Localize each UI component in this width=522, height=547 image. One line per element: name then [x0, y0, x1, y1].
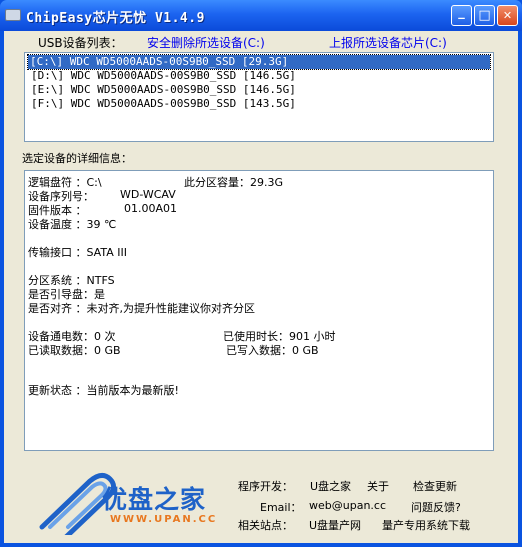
device-item-e[interactable]: [E:\] WDC WD5000AADS-00S9B0_SSD [146.5G]	[29, 83, 298, 97]
developer-label: 程序开发：	[238, 480, 293, 493]
feedback-link[interactable]: 问题反馈?	[411, 499, 461, 515]
interface-text: 传输接口 ：SATA III	[28, 246, 127, 259]
app-window: ChipEasy芯片无忧 V1.4.9 _ □ ✕ USB设备列表： 安全删除所…	[0, 0, 522, 547]
email-label: Email：	[260, 501, 302, 514]
serial-value: WD-WCAV	[120, 188, 176, 201]
device-item-f[interactable]: [F:\] WDC WD5000AADS-00S9B0_SSD [143.5G]	[29, 97, 298, 111]
report-chip-link[interactable]: 上报所选设备芯片(C:)	[329, 34, 447, 51]
upan-logo: 优盘之家 WWW.UPAN.CC	[32, 469, 232, 535]
close-icon: ✕	[502, 9, 513, 22]
mass-system-download-link[interactable]: 量产专用系统下载	[382, 517, 470, 533]
usb-list-label: USB设备列表：	[38, 36, 123, 50]
window-title: ChipEasy芯片无忧 V1.4.9	[26, 11, 205, 26]
alignment-text: 是否对齐 ：未对齐,为提升性能建议你对齐分区	[28, 302, 255, 315]
close-button[interactable]: ✕	[497, 5, 518, 26]
mass-production-site-link[interactable]: U盘量产网	[309, 517, 361, 533]
partition-capacity-text: 此分区容量：29.3G	[184, 176, 284, 189]
email-link[interactable]: web@upan.cc	[309, 499, 386, 512]
about-link[interactable]: 关于	[367, 478, 389, 494]
related-sites-label: 相关站点：	[238, 519, 293, 532]
maximize-button[interactable]: □	[474, 5, 495, 26]
update-status-text: 更新状态 ：当前版本为最新版!	[28, 384, 179, 397]
minimize-icon: _	[458, 5, 465, 20]
logo-main-text: 优盘之家	[102, 485, 207, 514]
minimize-button[interactable]: _	[451, 5, 472, 26]
read-data-text: 已读取数据：0 GB	[28, 344, 121, 357]
device-item-d[interactable]: [D:\] WDC WD5000AADS-00S9B0_SSD [146.5G]	[29, 69, 298, 83]
developer-link[interactable]: U盘之家	[310, 478, 351, 494]
device-item-c[interactable]: [C:\] WDC WD5000AADS-00S9B0_SSD [29.3G]	[27, 54, 491, 70]
logo-url-text: WWW.UPAN.CC	[110, 514, 218, 525]
app-icon	[5, 9, 21, 21]
client-area: USB设备列表： 安全删除所选设备(C:) 上报所选设备芯片(C:) [C:\]…	[4, 31, 518, 543]
details-panel[interactable]: 逻辑盘符 ：C:\ 此分区容量：29.3G 设备序列号： WD-WCAV 固件版…	[24, 170, 494, 451]
details-section-label: 选定设备的详细信息：	[22, 152, 132, 165]
check-update-link[interactable]: 检查更新	[413, 478, 457, 494]
written-data-text: 已写入数据：0 GB	[226, 344, 319, 357]
maximize-icon: □	[478, 8, 491, 23]
safe-remove-link[interactable]: 安全删除所选设备(C:)	[147, 34, 265, 51]
device-list[interactable]: [C:\] WDC WD5000AADS-00S9B0_SSD [29.3G] …	[24, 52, 494, 142]
firmware-value: 01.00A01	[124, 202, 178, 215]
title-bar[interactable]: ChipEasy芯片无忧 V1.4.9 _ □ ✕	[0, 0, 522, 31]
temperature-text: 设备温度 ：39 ℃	[28, 218, 117, 231]
